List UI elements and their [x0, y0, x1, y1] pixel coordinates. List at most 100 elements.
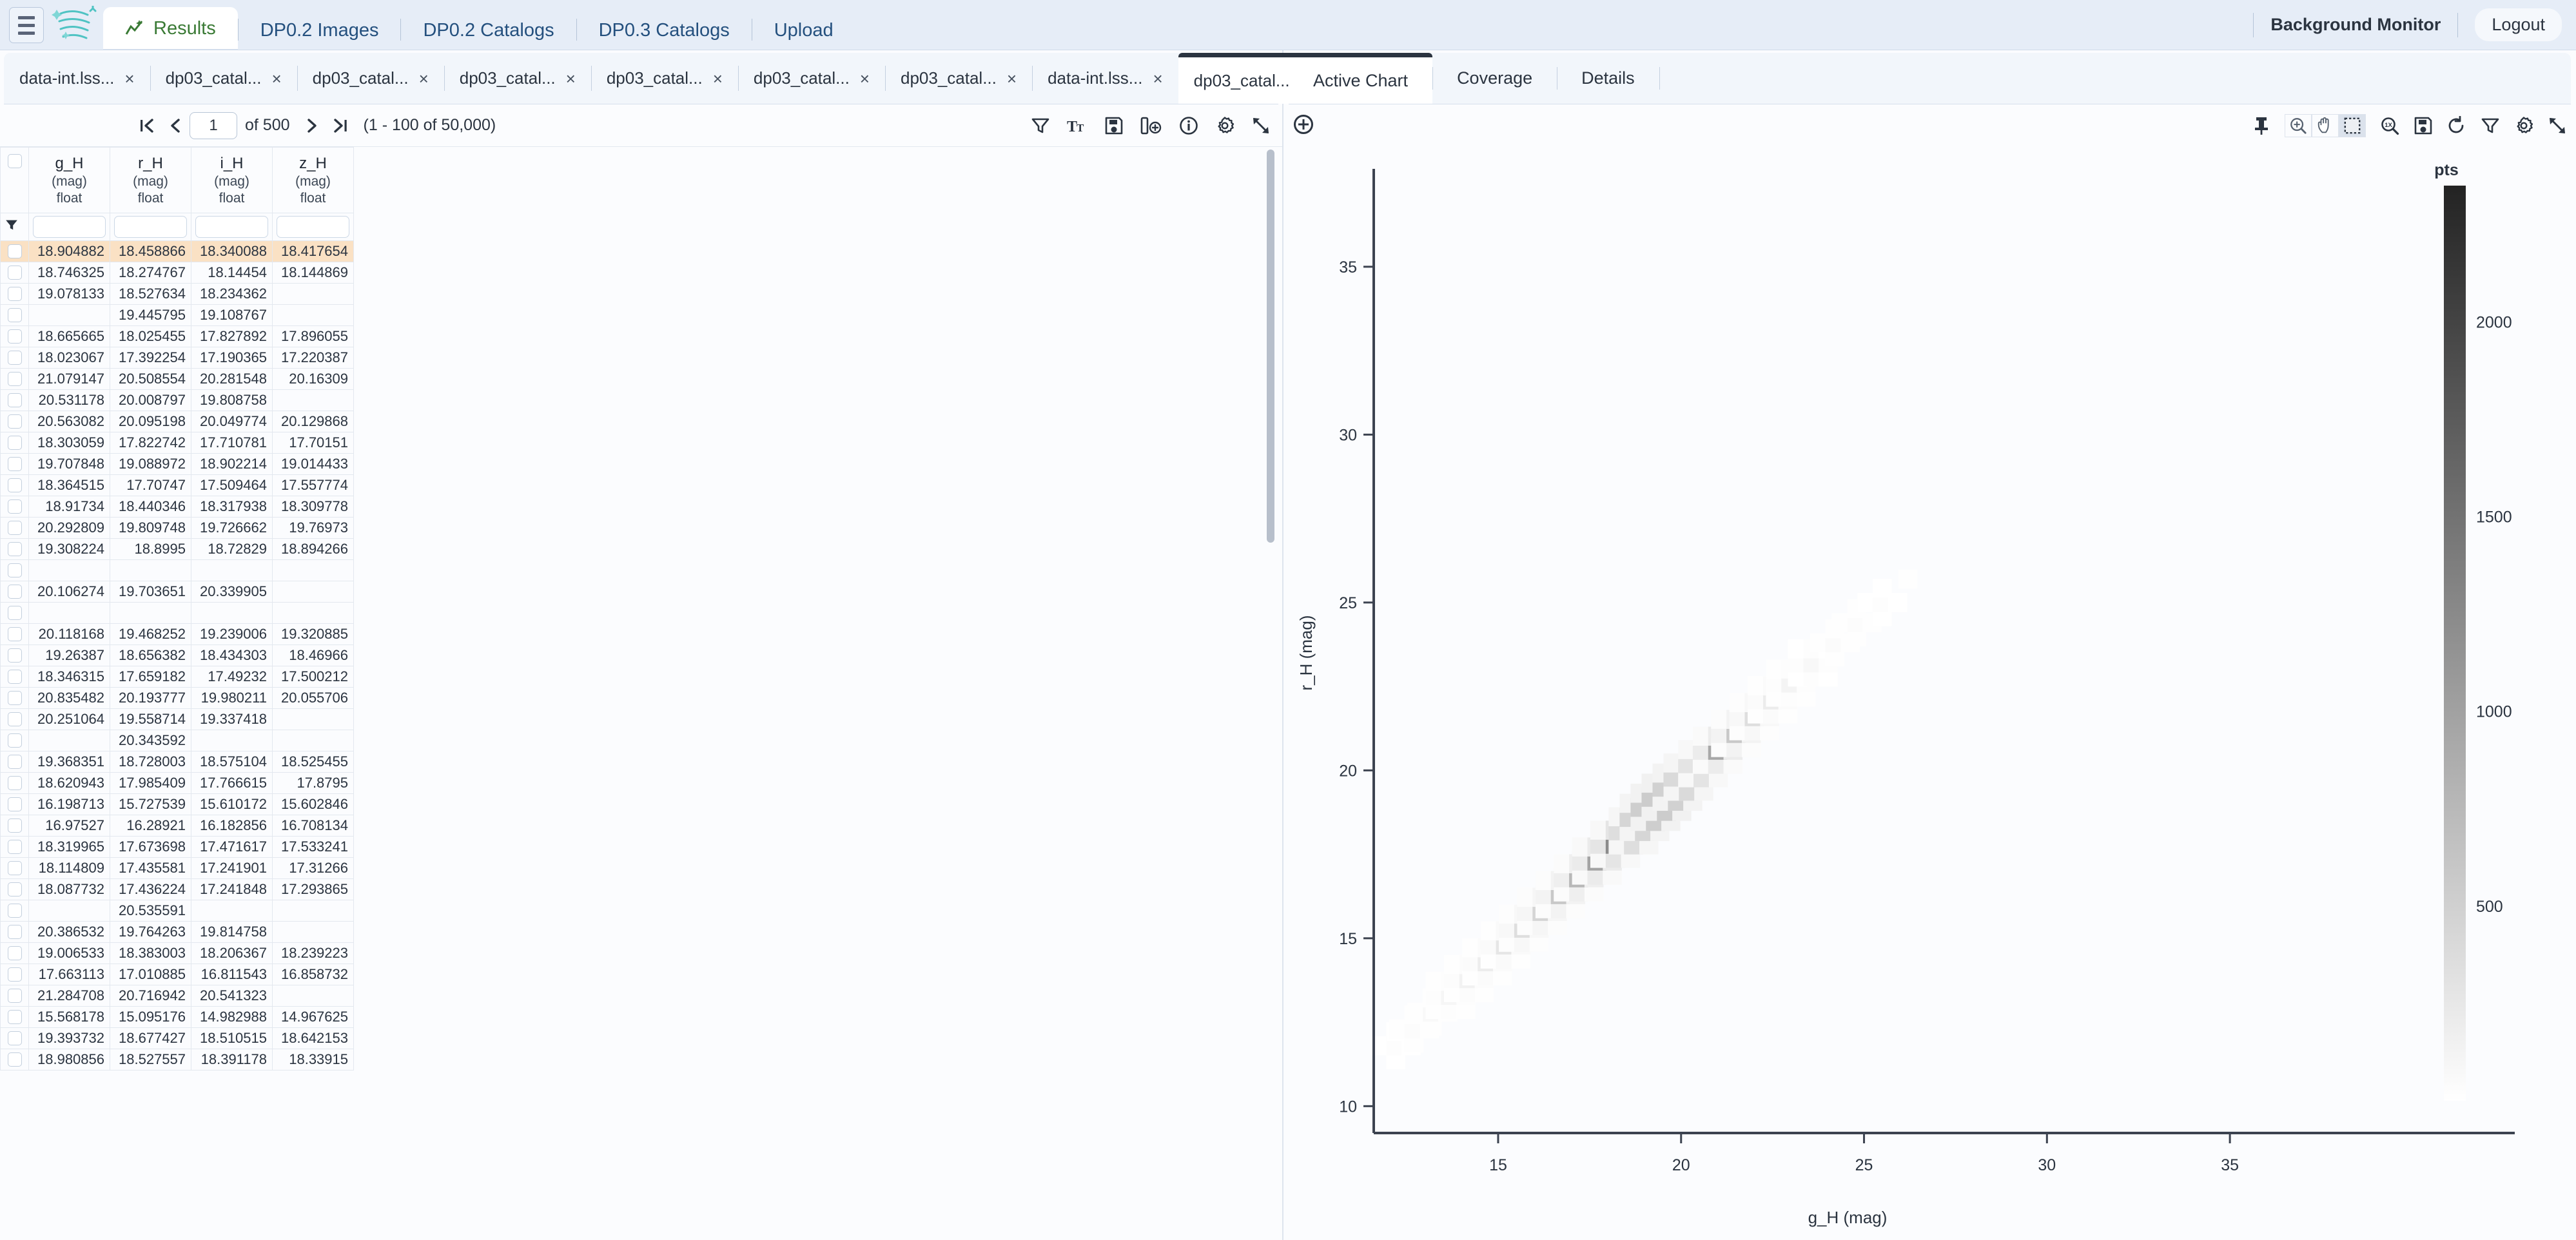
table-cell[interactable]: 17.766615 [191, 771, 273, 794]
row-checkbox[interactable] [7, 478, 22, 492]
row-select-cell[interactable] [0, 857, 29, 879]
pan-icon[interactable] [2312, 114, 2339, 137]
prev-page-icon[interactable] [161, 111, 190, 140]
table-cell[interactable]: 19.808758 [191, 389, 273, 411]
row-checkbox[interactable] [7, 818, 22, 833]
table-cell[interactable]: 18.46966 [272, 644, 354, 666]
tab-coverage[interactable]: Coverage [1432, 53, 1557, 104]
table-row[interactable]: 20.251064 19.558714 19.337418 [0, 708, 354, 730]
add-column-icon[interactable] [1140, 116, 1162, 135]
table-cell[interactable]: 16.182856 [191, 814, 273, 837]
table-cell[interactable] [191, 899, 273, 922]
table-cell[interactable]: 20.16309 [272, 367, 354, 390]
table-cell[interactable]: 20.563082 [28, 410, 110, 432]
row-select-cell[interactable] [0, 304, 29, 326]
table-cell[interactable]: 18.980856 [28, 1048, 110, 1070]
table-row[interactable]: 19.368351 18.728003 18.575104 18.525455 [0, 750, 354, 773]
row-select-cell[interactable] [0, 346, 29, 369]
table-cell[interactable]: 14.982988 [191, 1005, 273, 1028]
row-select-cell[interactable] [0, 367, 29, 390]
row-select-cell[interactable] [0, 1005, 29, 1028]
table-cell[interactable]: 18.239223 [272, 942, 354, 964]
tab-details[interactable]: Details [1557, 53, 1659, 104]
column-header-z-h[interactable]: z_H (mag) float [272, 147, 354, 213]
table-cell[interactable] [272, 729, 354, 751]
row-select-cell[interactable] [0, 835, 29, 858]
row-checkbox[interactable] [7, 520, 22, 535]
table-cell[interactable]: 18.8995 [110, 538, 191, 560]
table-cell[interactable]: 18.527557 [110, 1048, 191, 1070]
row-checkbox[interactable] [7, 924, 22, 939]
table-row[interactable]: 19.707848 19.088972 18.902214 19.014433 [0, 452, 354, 475]
table-cell[interactable] [272, 304, 354, 326]
table-row[interactable]: 18.665665 18.025455 17.827892 17.896055 [0, 325, 354, 347]
table-cell[interactable]: 20.343592 [110, 729, 191, 751]
row-checkbox[interactable] [7, 903, 22, 918]
save-icon[interactable] [1104, 116, 1124, 135]
row-checkbox[interactable] [7, 605, 22, 620]
table-row[interactable]: 18.746325 18.274767 18.14454 18.144869 [0, 261, 354, 284]
table-cell[interactable]: 17.436224 [110, 878, 191, 900]
table-cell[interactable]: 19.320885 [272, 623, 354, 645]
row-checkbox[interactable] [7, 584, 22, 599]
expand-icon[interactable] [2548, 116, 2567, 135]
row-select-cell[interactable] [0, 814, 29, 837]
row-select-cell[interactable] [0, 920, 29, 943]
table-cell[interactable]: 20.118168 [28, 623, 110, 645]
table-cell[interactable]: 17.241848 [191, 878, 273, 900]
table-row[interactable]: 16.198713 15.727539 15.610172 15.602846 [0, 793, 354, 815]
row-select-cell[interactable] [0, 580, 29, 603]
row-checkbox[interactable] [7, 541, 22, 556]
table-row[interactable]: 18.364515 17.70747 17.509464 17.557774 [0, 474, 354, 496]
text-size-icon[interactable]: TT [1067, 116, 1088, 135]
table-cell[interactable]: 18.677427 [110, 1027, 191, 1049]
table-row[interactable]: 18.023067 17.392254 17.190365 17.220387 [0, 346, 354, 369]
result-tab-4[interactable]: dp03_catal... × [444, 53, 591, 104]
table-cell[interactable] [272, 580, 354, 603]
table-cell[interactable]: 20.716942 [110, 984, 191, 1007]
expand-icon[interactable] [1251, 116, 1271, 135]
row-checkbox[interactable] [7, 712, 22, 726]
nav-tab-dp02-images[interactable]: DP0.2 Images [239, 11, 401, 50]
table-cell[interactable]: 19.707848 [28, 452, 110, 475]
close-icon[interactable]: × [124, 70, 134, 87]
table-cell[interactable]: 17.827892 [191, 325, 273, 347]
table-cell[interactable]: 15.095176 [110, 1005, 191, 1028]
table-cell[interactable]: 18.440346 [110, 495, 191, 518]
row-checkbox[interactable] [7, 754, 22, 769]
table-cell[interactable]: 17.710781 [191, 431, 273, 454]
table-row[interactable]: 19.26387 18.656382 18.434303 18.46966 [0, 644, 354, 666]
table-cell[interactable] [272, 984, 354, 1007]
filter-icon[interactable] [5, 218, 19, 232]
table-cell[interactable]: 18.525455 [272, 750, 354, 773]
table-row[interactable] [0, 601, 354, 624]
table-cell[interactable]: 20.386532 [28, 920, 110, 943]
zoom-reset-1x-icon[interactable]: 1X [2380, 116, 2399, 135]
table-cell[interactable]: 20.835482 [28, 686, 110, 709]
result-tab-7[interactable]: dp03_catal... × [884, 53, 1032, 104]
table-cell[interactable]: 18.383003 [110, 942, 191, 964]
table-cell[interactable] [191, 559, 273, 581]
table-row[interactable]: 20.531178 20.008797 19.808758 [0, 389, 354, 411]
settings-icon[interactable] [2514, 116, 2533, 135]
row-checkbox[interactable] [7, 1009, 22, 1024]
refresh-icon[interactable] [2447, 116, 2466, 135]
table-cell[interactable] [272, 559, 354, 581]
row-checkbox[interactable] [7, 563, 22, 577]
result-tab-5[interactable]: dp03_catal... × [590, 53, 738, 104]
table-cell[interactable]: 19.980211 [191, 686, 273, 709]
row-checkbox[interactable] [7, 1031, 22, 1045]
table-cell[interactable]: 19.26387 [28, 644, 110, 666]
column-header-i-h[interactable]: i_H (mag) float [191, 147, 273, 213]
close-icon[interactable]: × [566, 70, 576, 87]
row-checkbox[interactable] [7, 797, 22, 811]
table-cell[interactable] [110, 601, 191, 624]
select-all-cell[interactable] [0, 147, 29, 213]
table-cell[interactable]: 17.471617 [191, 835, 273, 858]
row-select-cell[interactable] [0, 942, 29, 964]
row-select-cell[interactable] [0, 1027, 29, 1049]
row-checkbox[interactable] [7, 307, 22, 322]
table-cell[interactable]: 18.319965 [28, 835, 110, 858]
table-cell[interactable]: 18.894266 [272, 538, 354, 560]
table-cell[interactable]: 18.364515 [28, 474, 110, 496]
